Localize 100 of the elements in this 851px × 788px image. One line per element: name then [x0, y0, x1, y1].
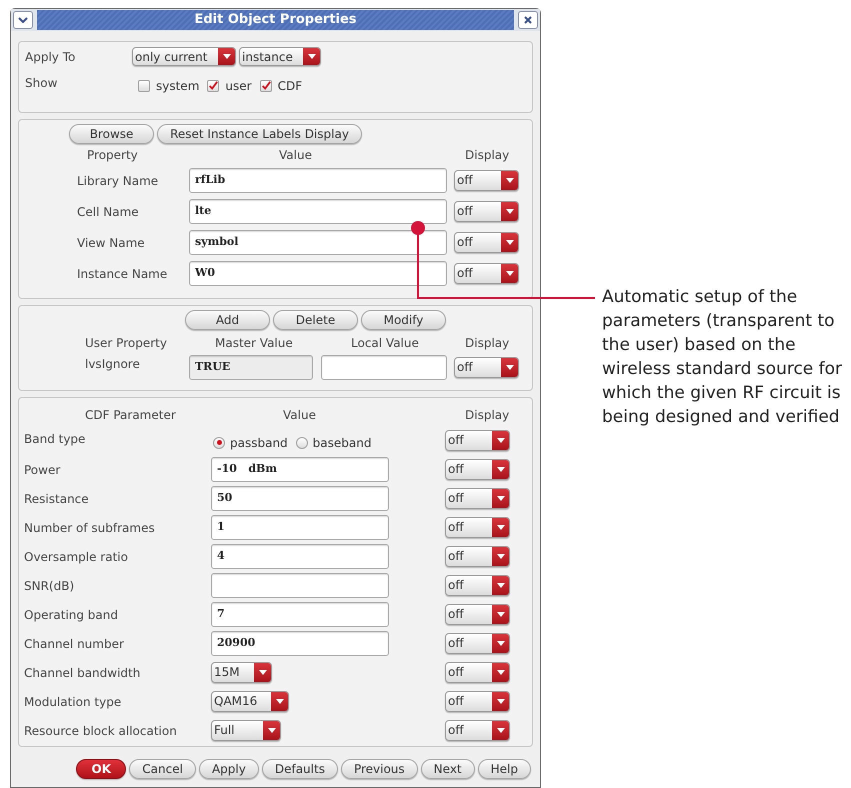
dialog-button[interactable]: Reset Instance Labels Display: [157, 124, 362, 144]
dialog-button[interactable]: Defaults: [262, 759, 338, 779]
caret-icon: [268, 728, 276, 733]
dropdown[interactable]: off: [445, 517, 510, 538]
checkbox-label: CDF: [278, 78, 302, 95]
caret-icon: [308, 54, 316, 59]
dialog-button[interactable]: Help: [478, 759, 531, 779]
field-label: Cell Name: [76, 204, 140, 220]
caret-icon: [496, 583, 504, 588]
dropdown[interactable]: 15M: [211, 662, 272, 683]
window-title: Edit Object Properties: [194, 11, 357, 30]
dropdown[interactable]: off: [445, 633, 510, 654]
field-label: Modulation type: [23, 694, 122, 710]
caret-icon: [496, 554, 504, 559]
caret-icon: [496, 496, 504, 501]
text-field[interactable]: W0: [189, 261, 447, 286]
dropdown[interactable]: off: [445, 662, 510, 683]
text-field[interactable]: 20900: [211, 631, 389, 656]
menu-button[interactable]: [13, 11, 33, 29]
dialog-button[interactable]: Add: [185, 310, 270, 330]
radio-label: passband: [230, 434, 288, 452]
dropdown[interactable]: QAM16: [211, 691, 289, 712]
dropdown[interactable]: off: [445, 691, 510, 712]
text-field[interactable]: 1: [211, 515, 389, 540]
column-header: Property: [86, 147, 139, 164]
caret-icon: [506, 178, 514, 183]
caret-icon: [506, 365, 514, 370]
dropdown[interactable]: off: [454, 201, 519, 222]
checkbox[interactable]: [260, 80, 272, 92]
column-header: Display: [465, 147, 510, 164]
chevron-down-icon: [18, 17, 28, 23]
radio-button[interactable]: [213, 436, 225, 448]
column-header: Display: [465, 407, 510, 424]
caret-icon: [496, 467, 504, 472]
local-value-field[interactable]: [321, 355, 447, 380]
text-field[interactable]: [211, 573, 389, 598]
caret-icon: [496, 525, 504, 530]
annotation-text: Automatic setup of the parameters (transparent to the user) based on the wireless standard source for which the given RF circuit is being designed and verified: [602, 286, 844, 429]
dialog-button[interactable]: Browse: [69, 124, 154, 144]
text-field[interactable]: -10 dBm: [211, 457, 389, 482]
field-label: Operating band: [23, 606, 120, 624]
field-label: lvsIgnore: [84, 356, 141, 373]
dropdown[interactable]: off: [445, 488, 510, 509]
caret-icon: [496, 699, 504, 704]
field-label: Apply To: [25, 48, 76, 66]
text-field[interactable]: 4: [211, 544, 389, 569]
caret-icon: [496, 670, 504, 675]
caret-icon: [258, 670, 266, 675]
caret-icon: [222, 54, 230, 59]
checkbox[interactable]: [207, 80, 220, 92]
dropdown[interactable]: off: [445, 546, 510, 567]
dialog-button[interactable]: Cancel: [129, 759, 196, 779]
caret-icon: [496, 728, 504, 733]
dropdown[interactable]: off: [445, 459, 510, 480]
text-field[interactable]: lte: [189, 199, 447, 224]
field-label: Resistance: [23, 490, 90, 508]
ok-button[interactable]: OK: [76, 759, 126, 779]
close-icon: [524, 16, 532, 24]
column-header: User Property: [84, 335, 168, 352]
dialog-button[interactable]: Modify: [361, 310, 446, 330]
text-field[interactable]: 50: [211, 486, 389, 511]
dropdown[interactable]: off: [454, 170, 519, 191]
dialog-button[interactable]: Delete: [273, 310, 358, 330]
caret-icon: [506, 209, 514, 214]
caret-icon: [496, 438, 504, 443]
dropdown[interactable]: off: [445, 575, 510, 596]
close-button[interactable]: [518, 11, 538, 29]
field-label: Channel bandwidth: [23, 664, 142, 682]
field-label: SNR(dB): [23, 578, 76, 594]
dropdown[interactable]: off: [445, 604, 510, 625]
caret-icon: [496, 612, 504, 617]
field-label: Library Name: [76, 172, 160, 190]
radio-button[interactable]: [296, 436, 308, 448]
checkbox-label: user: [225, 78, 252, 95]
dropdown[interactable]: off: [445, 720, 510, 741]
field-label: Band type: [23, 431, 86, 448]
caret-icon: [506, 240, 514, 245]
field-label: Power: [23, 462, 62, 478]
dropdown[interactable]: only current: [132, 47, 236, 66]
column-header: Display: [465, 335, 510, 352]
master-value-field[interactable]: TRUE: [189, 355, 313, 380]
field-label: View Name: [76, 234, 146, 252]
dialog-button[interactable]: Apply: [198, 759, 259, 779]
dropdown[interactable]: off: [454, 232, 519, 253]
dropdown[interactable]: instance: [239, 47, 321, 66]
dialog-button[interactable]: Previous: [340, 759, 418, 779]
dropdown[interactable]: off: [454, 263, 519, 284]
field-label: Resource block allocation: [23, 722, 178, 740]
dropdown[interactable]: off: [454, 357, 519, 378]
text-field[interactable]: 7: [211, 602, 389, 627]
dialog-button[interactable]: Next: [420, 759, 475, 779]
text-field[interactable]: symbol: [189, 230, 447, 255]
field-label: Show: [25, 75, 58, 92]
dropdown[interactable]: Full: [211, 720, 281, 741]
field-label: Instance Name: [76, 266, 168, 282]
column-header: Value: [279, 147, 313, 164]
column-header: Master Value: [215, 335, 294, 352]
checkbox[interactable]: [138, 80, 150, 92]
text-field[interactable]: rfLib: [189, 168, 447, 193]
dropdown[interactable]: off: [445, 430, 510, 451]
